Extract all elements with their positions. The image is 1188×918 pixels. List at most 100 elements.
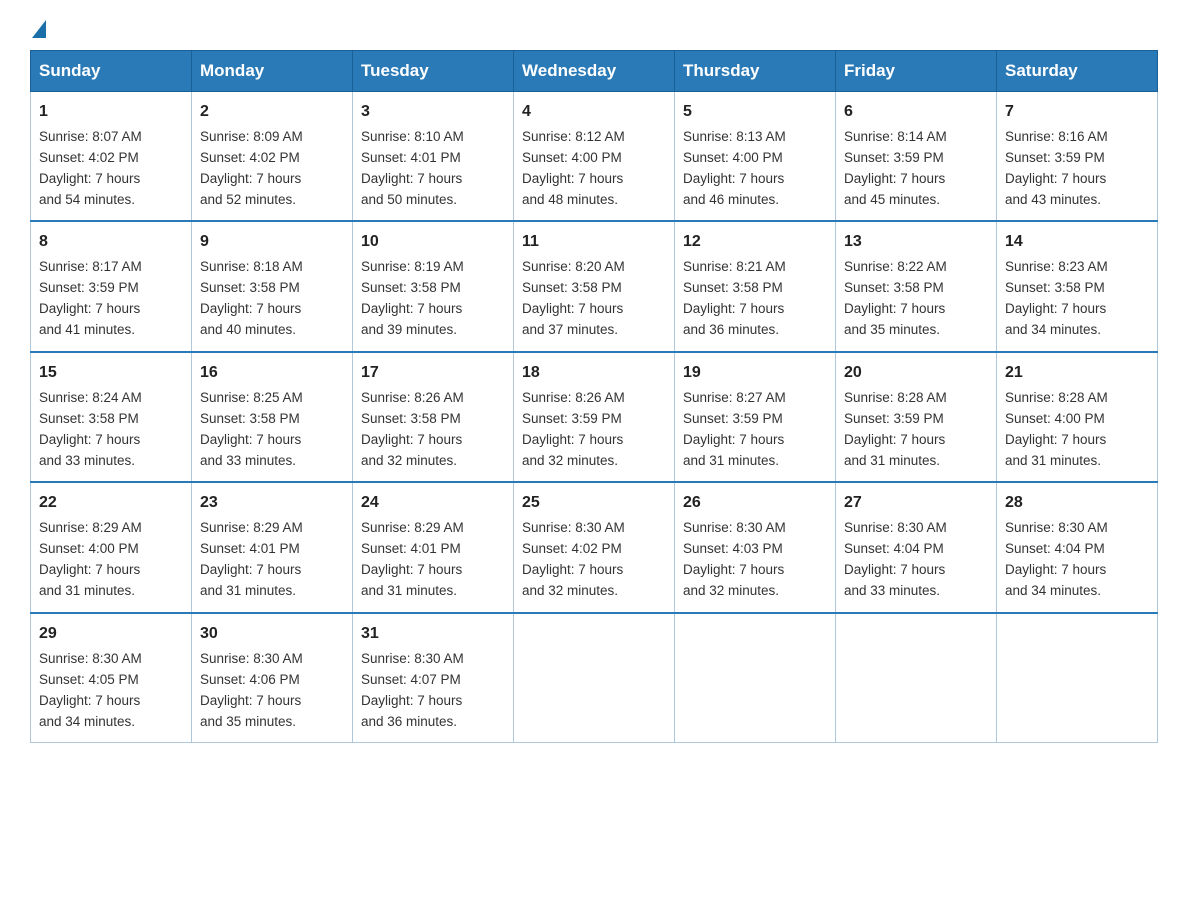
day-info: Sunrise: 8:30 AMSunset: 4:04 PMDaylight:… [1005, 520, 1108, 598]
calendar-cell: 7 Sunrise: 8:16 AMSunset: 3:59 PMDaylight… [997, 92, 1158, 222]
day-number: 20 [844, 361, 988, 386]
day-info: Sunrise: 8:25 AMSunset: 3:58 PMDaylight:… [200, 390, 303, 468]
day-info: Sunrise: 8:23 AMSunset: 3:58 PMDaylight:… [1005, 259, 1108, 337]
column-header-friday: Friday [836, 51, 997, 92]
calendar-cell: 9 Sunrise: 8:18 AMSunset: 3:58 PMDaylight… [192, 221, 353, 351]
calendar-week-row: 15Sunrise: 8:24 AMSunset: 3:58 PMDayligh… [31, 352, 1158, 482]
calendar-cell: 11Sunrise: 8:20 AMSunset: 3:58 PMDayligh… [514, 221, 675, 351]
day-number: 26 [683, 491, 827, 516]
logo-triangle-icon [32, 20, 46, 38]
calendar-cell: 16 Sunrise: 8:25 AMSunset: 3:58 PMDayligh… [192, 352, 353, 482]
day-number: 28 [1005, 491, 1149, 516]
day-info: Sunrise: 8:29 AMSunset: 4:00 PMDaylight:… [39, 520, 142, 598]
calendar-cell: 23Sunrise: 8:29 AMSunset: 4:01 PMDayligh… [192, 482, 353, 612]
day-number: 4 [522, 100, 666, 125]
column-header-wednesday: Wednesday [514, 51, 675, 92]
calendar-cell [514, 613, 675, 743]
day-info: Sunrise: 8:09 AMSunset: 4:02 PMDaylight:… [200, 129, 303, 207]
day-number: 27 [844, 491, 988, 516]
day-number: 22 [39, 491, 183, 516]
calendar-cell: 28 Sunrise: 8:30 AMSunset: 4:04 PMDayligh… [997, 482, 1158, 612]
day-info: Sunrise: 8:30 AMSunset: 4:02 PMDaylight:… [522, 520, 625, 598]
day-number: 6 [844, 100, 988, 125]
calendar-cell: 25 Sunrise: 8:30 AMSunset: 4:02 PMDayligh… [514, 482, 675, 612]
calendar-cell: 2 Sunrise: 8:09 AMSunset: 4:02 PMDaylight… [192, 92, 353, 222]
day-number: 2 [200, 100, 344, 125]
calendar-cell: 1 Sunrise: 8:07 AMSunset: 4:02 PMDaylight… [31, 92, 192, 222]
day-number: 1 [39, 100, 183, 125]
day-number: 31 [361, 622, 505, 647]
column-header-saturday: Saturday [997, 51, 1158, 92]
day-number: 23 [200, 491, 344, 516]
day-info: Sunrise: 8:19 AMSunset: 3:58 PMDaylight:… [361, 259, 464, 337]
day-number: 10 [361, 230, 505, 255]
day-info: Sunrise: 8:18 AMSunset: 3:58 PMDaylight:… [200, 259, 303, 337]
column-header-sunday: Sunday [31, 51, 192, 92]
column-header-tuesday: Tuesday [353, 51, 514, 92]
day-info: Sunrise: 8:24 AMSunset: 3:58 PMDaylight:… [39, 390, 142, 468]
day-number: 16 [200, 361, 344, 386]
calendar-cell: 6 Sunrise: 8:14 AMSunset: 3:59 PMDaylight… [836, 92, 997, 222]
day-info: Sunrise: 8:17 AMSunset: 3:59 PMDaylight:… [39, 259, 142, 337]
day-info: Sunrise: 8:30 AMSunset: 4:04 PMDaylight:… [844, 520, 947, 598]
calendar-cell: 14 Sunrise: 8:23 AMSunset: 3:58 PMDayligh… [997, 221, 1158, 351]
calendar-cell: 26 Sunrise: 8:30 AMSunset: 4:03 PMDayligh… [675, 482, 836, 612]
day-number: 17 [361, 361, 505, 386]
calendar-week-row: 1 Sunrise: 8:07 AMSunset: 4:02 PMDaylight… [31, 92, 1158, 222]
calendar-cell: 18 Sunrise: 8:26 AMSunset: 3:59 PMDayligh… [514, 352, 675, 482]
day-info: Sunrise: 8:26 AMSunset: 3:59 PMDaylight:… [522, 390, 625, 468]
day-info: Sunrise: 8:13 AMSunset: 4:00 PMDaylight:… [683, 129, 786, 207]
calendar-cell: 4Sunrise: 8:12 AMSunset: 4:00 PMDaylight… [514, 92, 675, 222]
day-number: 3 [361, 100, 505, 125]
calendar-cell: 22 Sunrise: 8:29 AMSunset: 4:00 PMDayligh… [31, 482, 192, 612]
day-info: Sunrise: 8:30 AMSunset: 4:03 PMDaylight:… [683, 520, 786, 598]
calendar-cell: 27 Sunrise: 8:30 AMSunset: 4:04 PMDayligh… [836, 482, 997, 612]
day-info: Sunrise: 8:30 AMSunset: 4:05 PMDaylight:… [39, 651, 142, 729]
day-info: Sunrise: 8:22 AMSunset: 3:58 PMDaylight:… [844, 259, 947, 337]
calendar-table: SundayMondayTuesdayWednesdayThursdayFrid… [30, 50, 1158, 743]
calendar-cell: 21 Sunrise: 8:28 AMSunset: 4:00 PMDayligh… [997, 352, 1158, 482]
day-info: Sunrise: 8:10 AMSunset: 4:01 PMDaylight:… [361, 129, 464, 207]
logo [30, 20, 48, 34]
day-number: 7 [1005, 100, 1149, 125]
calendar-cell: 30Sunrise: 8:30 AMSunset: 4:06 PMDayligh… [192, 613, 353, 743]
calendar-cell [675, 613, 836, 743]
day-number: 29 [39, 622, 183, 647]
day-info: Sunrise: 8:21 AMSunset: 3:58 PMDaylight:… [683, 259, 786, 337]
calendar-week-row: 22 Sunrise: 8:29 AMSunset: 4:00 PMDayligh… [31, 482, 1158, 612]
day-number: 14 [1005, 230, 1149, 255]
day-info: Sunrise: 8:16 AMSunset: 3:59 PMDaylight:… [1005, 129, 1108, 207]
calendar-cell: 8 Sunrise: 8:17 AMSunset: 3:59 PMDaylight… [31, 221, 192, 351]
calendar-cell: 20 Sunrise: 8:28 AMSunset: 3:59 PMDayligh… [836, 352, 997, 482]
day-info: Sunrise: 8:07 AMSunset: 4:02 PMDaylight:… [39, 129, 142, 207]
calendar-cell: 10 Sunrise: 8:19 AMSunset: 3:58 PMDayligh… [353, 221, 514, 351]
day-number: 25 [522, 491, 666, 516]
day-number: 11 [522, 230, 666, 255]
day-number: 5 [683, 100, 827, 125]
day-info: Sunrise: 8:28 AMSunset: 3:59 PMDaylight:… [844, 390, 947, 468]
day-number: 30 [200, 622, 344, 647]
day-info: Sunrise: 8:30 AMSunset: 4:07 PMDaylight:… [361, 651, 464, 729]
day-number: 19 [683, 361, 827, 386]
day-number: 21 [1005, 361, 1149, 386]
day-info: Sunrise: 8:14 AMSunset: 3:59 PMDaylight:… [844, 129, 947, 207]
calendar-cell: 12 Sunrise: 8:21 AMSunset: 3:58 PMDayligh… [675, 221, 836, 351]
day-number: 18 [522, 361, 666, 386]
calendar-week-row: 29 Sunrise: 8:30 AMSunset: 4:05 PMDayligh… [31, 613, 1158, 743]
day-number: 9 [200, 230, 344, 255]
calendar-cell: 17 Sunrise: 8:26 AMSunset: 3:58 PMDayligh… [353, 352, 514, 482]
day-number: 13 [844, 230, 988, 255]
day-info: Sunrise: 8:28 AMSunset: 4:00 PMDaylight:… [1005, 390, 1108, 468]
calendar-cell: 3 Sunrise: 8:10 AMSunset: 4:01 PMDaylight… [353, 92, 514, 222]
calendar-cell: 31 Sunrise: 8:30 AMSunset: 4:07 PMDayligh… [353, 613, 514, 743]
calendar-cell: 19Sunrise: 8:27 AMSunset: 3:59 PMDayligh… [675, 352, 836, 482]
day-info: Sunrise: 8:26 AMSunset: 3:58 PMDaylight:… [361, 390, 464, 468]
day-number: 12 [683, 230, 827, 255]
calendar-cell: 24Sunrise: 8:29 AMSunset: 4:01 PMDayligh… [353, 482, 514, 612]
calendar-cell: 29 Sunrise: 8:30 AMSunset: 4:05 PMDayligh… [31, 613, 192, 743]
calendar-week-row: 8 Sunrise: 8:17 AMSunset: 3:59 PMDaylight… [31, 221, 1158, 351]
calendar-cell: 5 Sunrise: 8:13 AMSunset: 4:00 PMDaylight… [675, 92, 836, 222]
calendar-header-row: SundayMondayTuesdayWednesdayThursdayFrid… [31, 51, 1158, 92]
calendar-cell: 15Sunrise: 8:24 AMSunset: 3:58 PMDayligh… [31, 352, 192, 482]
day-number: 8 [39, 230, 183, 255]
